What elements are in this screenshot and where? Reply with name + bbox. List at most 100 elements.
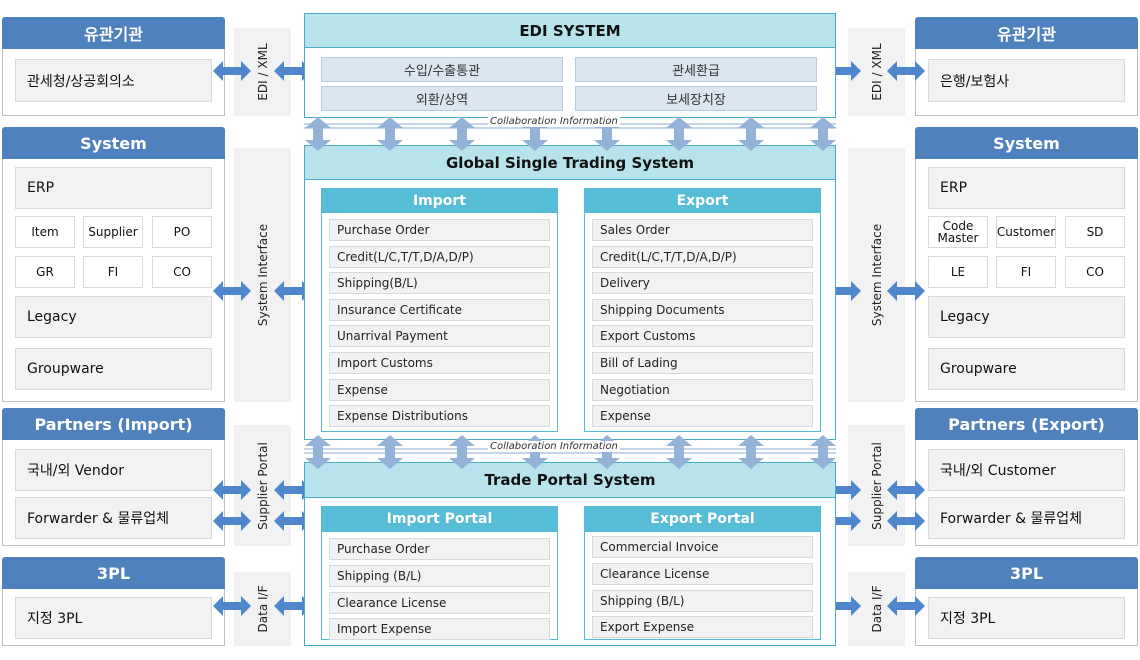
right-legacy-box: Legacy <box>928 296 1125 338</box>
left-panel-arrow <box>213 480 251 500</box>
import-portal-item: Import Expense <box>329 618 550 641</box>
right-3pl-item: 지정 3PL <box>928 597 1125 639</box>
left-agency-item: 관세청/상공회의소 <box>15 59 212 102</box>
right-interface-system-interface: System Interface <box>848 148 905 402</box>
right-erp-box: ERP <box>928 167 1125 209</box>
left-agency-header: 유관기관 <box>2 17 225 49</box>
collaboration-arrow <box>810 117 836 151</box>
left-partner-item: Forwarder & 물류업체 <box>15 497 212 539</box>
export-item: Export Customs <box>592 325 813 348</box>
export-portal-item: Commercial Invoice <box>592 536 813 558</box>
left-panel-arrow <box>213 61 251 81</box>
edi-item: 관세환급 <box>575 57 817 82</box>
import-portal-item: Clearance License <box>329 591 550 614</box>
interface-label: EDI / XML <box>255 43 270 101</box>
collaboration-arrow <box>738 435 764 469</box>
interface-label: System Interface <box>255 223 270 327</box>
export-portal-header: Export Portal <box>584 506 821 532</box>
left-legacy-box: Legacy <box>15 296 212 338</box>
right-panel-arrow <box>887 61 925 81</box>
export-header: Export <box>584 188 821 213</box>
right-module-box: SD <box>1065 216 1125 248</box>
right-partners-header: Partners (Export) <box>915 408 1138 440</box>
right-module-box: Customer <box>996 216 1056 248</box>
left-panel-arrow <box>213 281 251 301</box>
left-module-box: GR <box>15 256 75 288</box>
left-panel-arrow <box>213 511 251 531</box>
interface-label: Data I/F <box>255 585 270 633</box>
collaboration-arrow <box>377 117 403 151</box>
import-item: Shipping(B/L) <box>329 272 550 295</box>
left-module-box: FI <box>83 256 143 288</box>
left-groupware-box: Groupware <box>15 348 212 390</box>
import-portal-item: Shipping (B/L) <box>329 564 550 587</box>
interface-label: System Interface <box>869 223 884 327</box>
right-panel-arrow <box>887 511 925 531</box>
interface-label: Supplier Portal <box>255 441 270 530</box>
collaboration-arrow <box>449 435 475 469</box>
right-partner-item: 국내/외 Customer <box>928 449 1125 491</box>
import-portal-item: Purchase Order <box>329 538 550 560</box>
edi-item: 외환/상역 <box>321 86 563 111</box>
left-module-box: PO <box>152 216 212 248</box>
right-panel-arrow <box>887 281 925 301</box>
export-item: Sales Order <box>592 219 813 241</box>
collaboration-arrow <box>305 117 331 151</box>
export-portal-item: Shipping (B/L) <box>592 589 813 612</box>
collaboration-arrow <box>738 117 764 151</box>
left-erp-box: ERP <box>15 167 212 209</box>
left-partners-header: Partners (Import) <box>2 408 225 440</box>
import-item: Unarrival Payment <box>329 325 550 348</box>
left-3pl-header: 3PL <box>2 557 225 589</box>
right-module-box: Code Master <box>928 216 988 248</box>
collaboration-label: Collaboration Information <box>488 441 620 452</box>
collaboration-arrow <box>377 435 403 469</box>
left-module-box: Item <box>15 216 75 248</box>
left-module-box: CO <box>152 256 212 288</box>
import-item: Insurance Certificate <box>329 298 550 321</box>
collaboration-label: Collaboration Information <box>488 116 620 127</box>
left-module-box: Supplier <box>83 216 143 248</box>
collaboration-arrow <box>666 117 692 151</box>
export-item: Shipping Documents <box>592 298 813 321</box>
right-partner-item: Forwarder & 물류업체 <box>928 497 1125 539</box>
import-item: Expense Distributions <box>329 405 550 428</box>
right-module-box: FI <box>996 256 1056 288</box>
right-3pl-header: 3PL <box>915 557 1138 589</box>
import-portal-header: Import Portal <box>321 506 558 532</box>
edi-system-header: EDI SYSTEM <box>304 13 836 48</box>
left-interface-system-interface: System Interface <box>234 148 291 402</box>
export-item: Credit(L/C,T/T,D/A,D/P) <box>592 245 813 268</box>
interface-label: EDI / XML <box>869 43 884 101</box>
export-item: Negotiation <box>592 378 813 401</box>
edi-item: 보세장치장 <box>575 86 817 111</box>
right-groupware-box: Groupware <box>928 348 1125 390</box>
collaboration-arrow <box>666 435 692 469</box>
left-system-header: System <box>2 127 225 159</box>
left-partner-item: 국내/외 Vendor <box>15 449 212 491</box>
edi-item: 수입/수출통관 <box>321 57 563 82</box>
right-agency-item: 은행/보험사 <box>928 59 1125 102</box>
right-module-box: LE <box>928 256 988 288</box>
import-item: Expense <box>329 378 550 401</box>
export-item: Delivery <box>592 272 813 295</box>
import-item: Credit(L/C,T/T,D/A,D/P) <box>329 245 550 268</box>
import-header: Import <box>321 188 558 213</box>
left-panel-arrow <box>213 596 251 616</box>
collaboration-arrow <box>305 435 331 469</box>
export-item: Expense <box>592 405 813 428</box>
right-panel-arrow <box>887 596 925 616</box>
interface-label: Data I/F <box>869 585 884 633</box>
right-system-header: System <box>915 127 1138 159</box>
right-module-box: CO <box>1065 256 1125 288</box>
import-item: Import Customs <box>329 352 550 374</box>
export-portal-item: Export Expense <box>592 616 813 639</box>
right-agency-header: 유관기관 <box>915 17 1138 49</box>
export-portal-item: Clearance License <box>592 562 813 585</box>
collaboration-arrow <box>449 117 475 151</box>
left-3pl-item: 지정 3PL <box>15 597 212 639</box>
interface-label: Supplier Portal <box>869 441 884 530</box>
right-panel-arrow <box>887 480 925 500</box>
import-item: Purchase Order <box>329 219 550 241</box>
export-item: Bill of Lading <box>592 352 813 374</box>
